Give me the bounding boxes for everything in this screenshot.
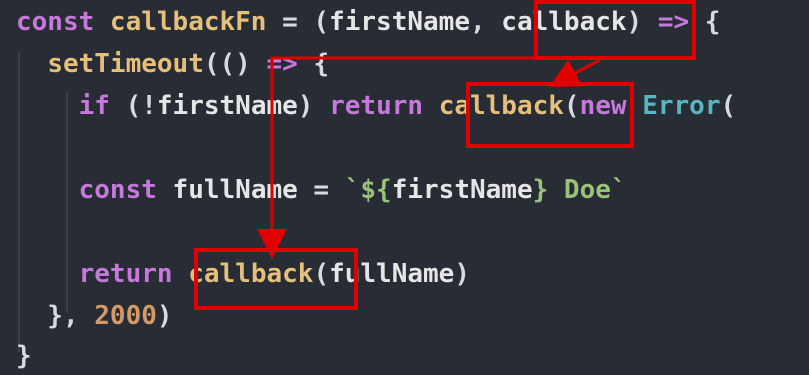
code-token: firstName	[156, 91, 298, 121]
highlight-box-callback-param	[534, 0, 696, 60]
code-token: firstName	[391, 175, 533, 205]
code-token: setTimeout	[47, 49, 204, 79]
code-token: `${	[344, 175, 392, 205]
code-token: return	[329, 91, 424, 121]
code-token: )	[297, 91, 330, 121]
code-token: firstName	[329, 7, 470, 37]
code-token: fullName	[172, 175, 298, 205]
code-token: (()	[203, 49, 267, 79]
code-token: )	[454, 259, 470, 289]
code-token: 2000	[94, 301, 157, 331]
code-editor: const callbackFn = (firstName, callback)…	[0, 0, 809, 375]
code-token: const	[16, 7, 110, 37]
highlight-box-callback-error-call	[466, 82, 634, 148]
code-line-5: const fullName = `${firstName} Doe`	[16, 170, 627, 210]
code-token: (	[720, 91, 737, 121]
code-line-8: }, 2000)	[16, 296, 173, 336]
code-token: const	[78, 175, 173, 205]
code-token: return	[78, 259, 173, 289]
code-token: =	[297, 175, 345, 205]
code-token: callbackFn	[109, 7, 267, 37]
arrow-to-error-call	[548, 58, 601, 87]
code-token: if	[78, 91, 110, 121]
code-token: (!	[109, 91, 157, 121]
code-token: ,	[469, 7, 502, 37]
highlight-box-callback-return-call	[194, 248, 358, 310]
code-token: },	[16, 301, 95, 331]
code-line-9: }	[16, 336, 32, 375]
code-token: =>	[266, 49, 298, 79]
code-token: {	[297, 49, 330, 79]
code-token: = (	[266, 7, 330, 37]
code-token: )	[156, 301, 173, 331]
code-token: }	[16, 341, 32, 371]
code-line-2: setTimeout(() => {	[16, 44, 329, 84]
code-token: } Doe`	[532, 175, 627, 205]
code-token: Error	[642, 91, 721, 121]
